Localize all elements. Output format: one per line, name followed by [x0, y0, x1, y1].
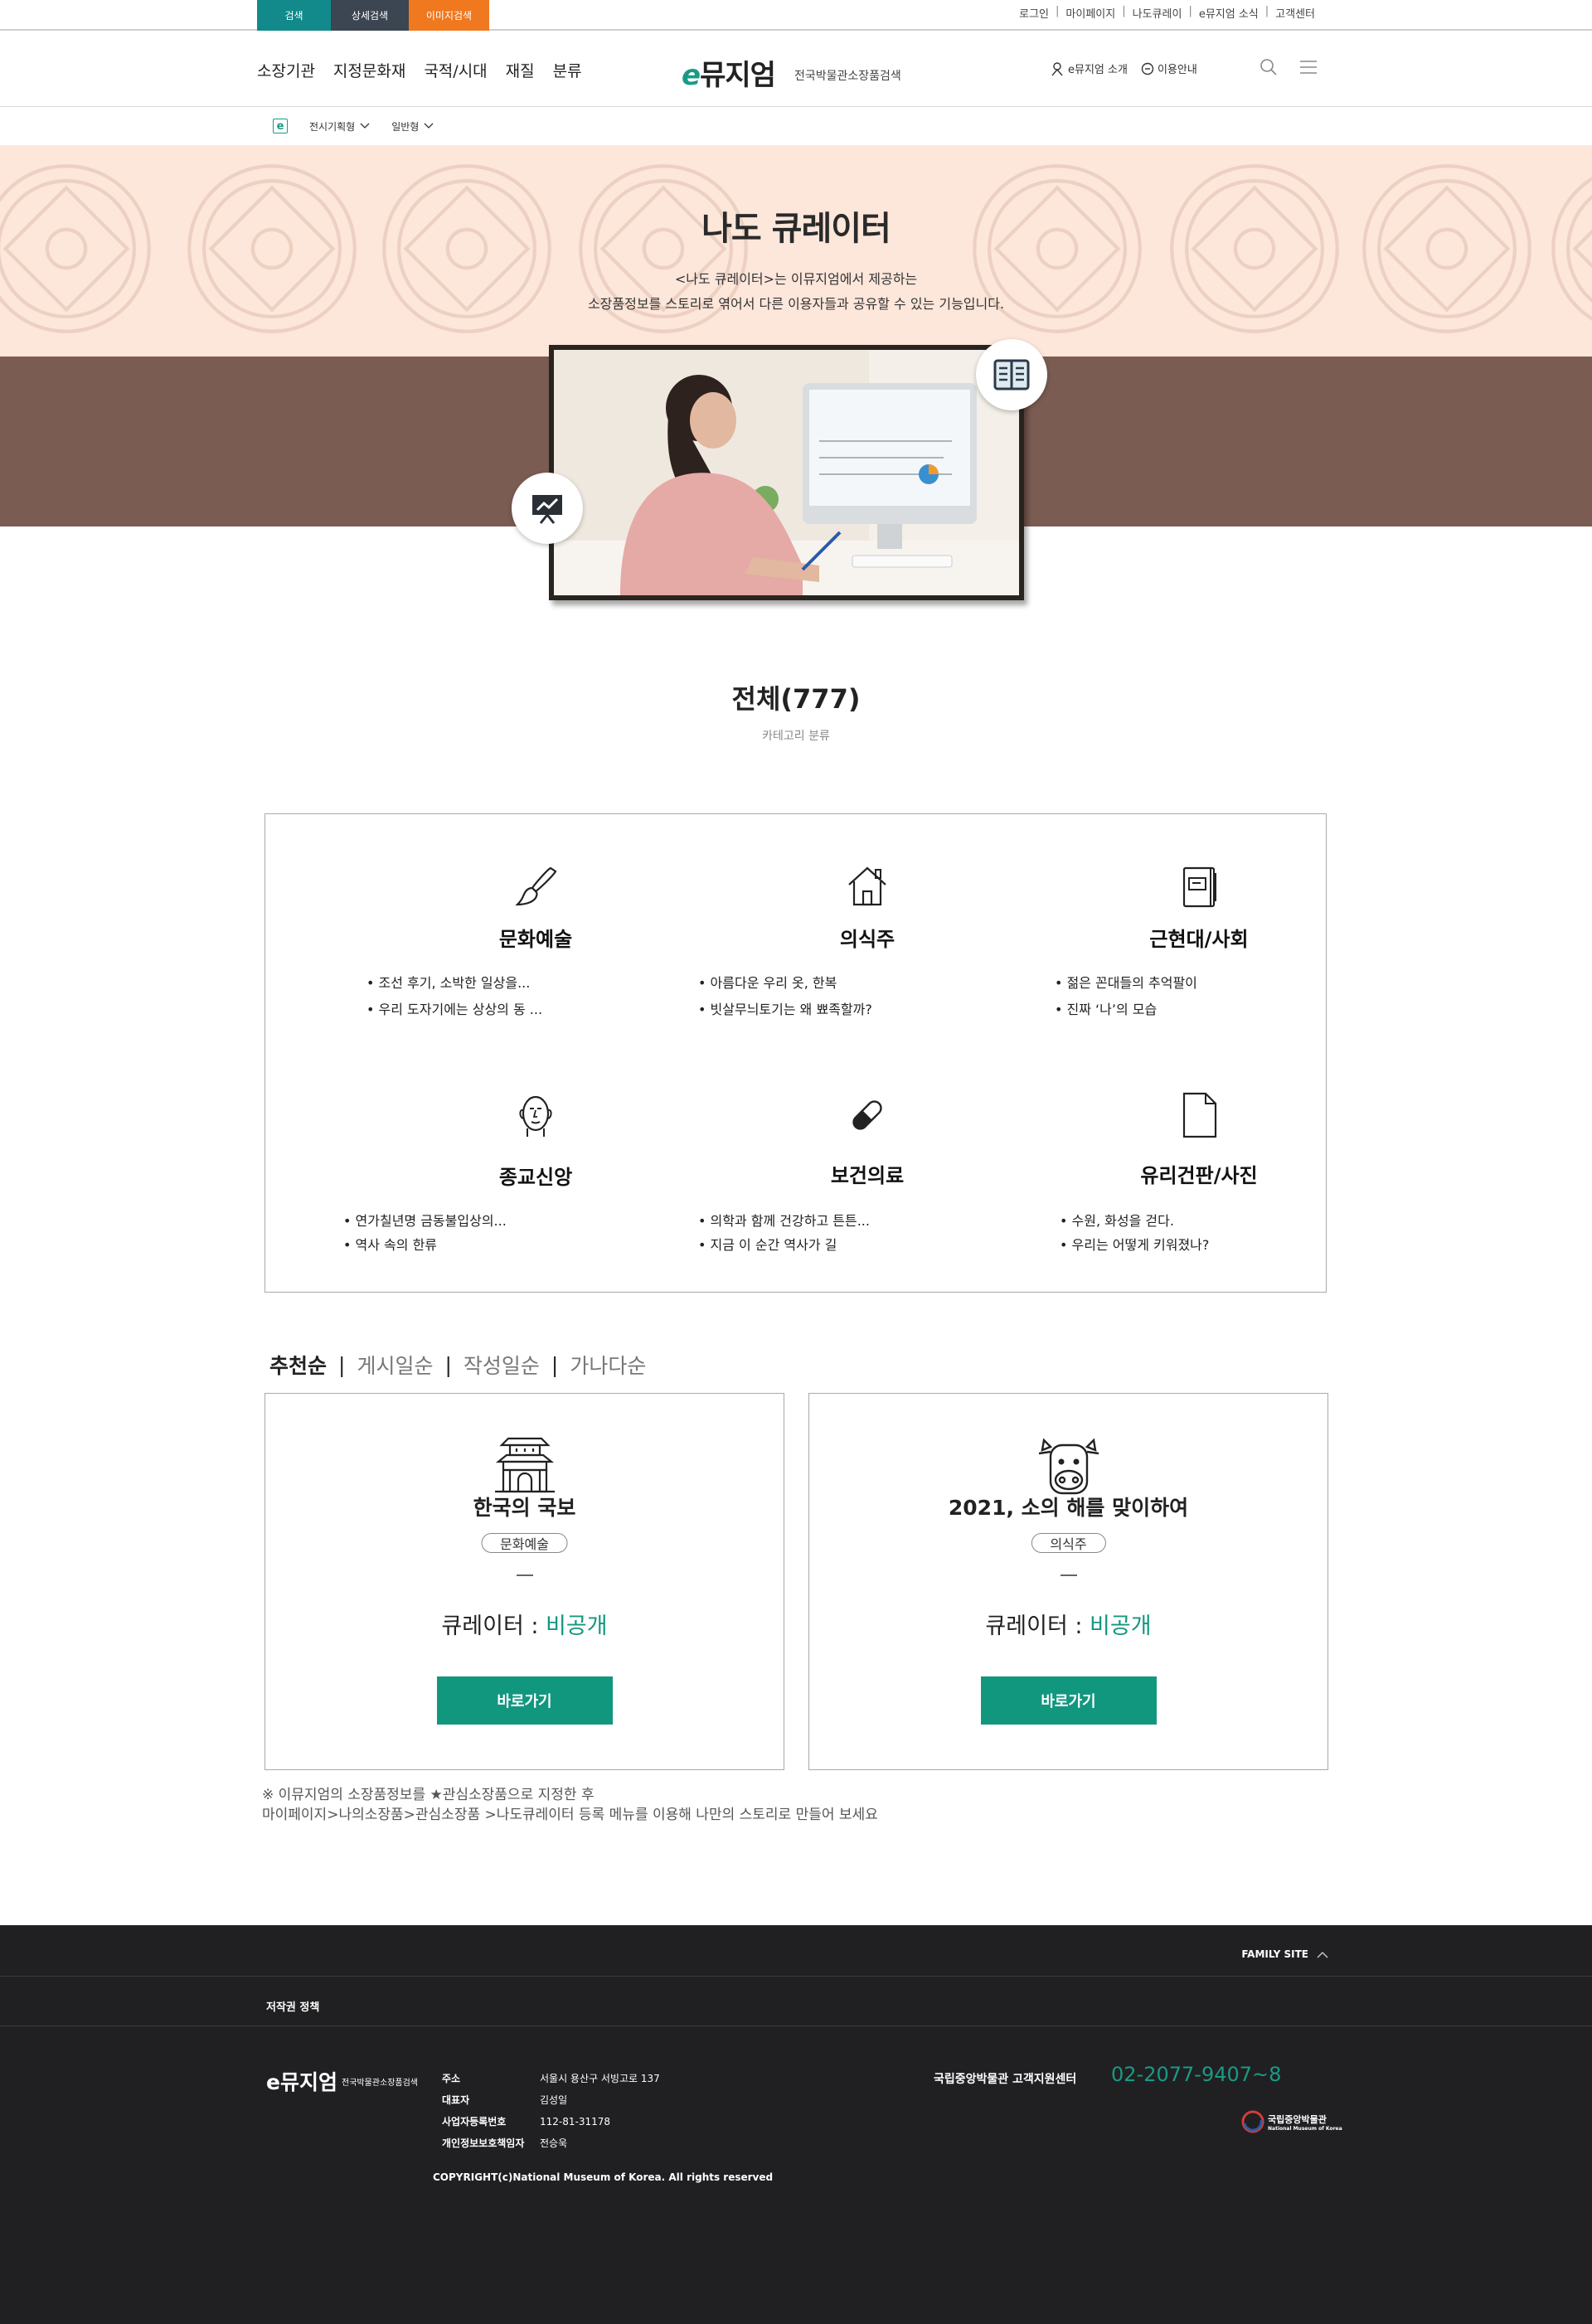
info-circle-icon [1141, 62, 1154, 75]
sort-alphabetical[interactable]: 가나다순 [570, 1350, 646, 1380]
sort-posted-date[interactable]: 게시일순 [357, 1350, 433, 1380]
pill-icon [852, 1100, 882, 1130]
hero-description-line-2: 소장품정보를 스토리로 엮어서 다른 이용자들과 공유할 수 있는 기능입니다. [587, 296, 1005, 312]
logo-subtitle: 전국박물관소장품검색 [794, 70, 901, 83]
woman-at-computer-illustration [554, 350, 1019, 595]
chevron-down-icon [424, 123, 434, 129]
card-title: 2021, 소의 해를 맞이하여 [948, 1496, 1189, 1520]
nav-item-nationality-era[interactable]: 국적/시대 [424, 59, 487, 81]
copyright-policy-link[interactable]: 저작권 정책 [266, 1998, 319, 2014]
category-tag: 의식주 [1031, 1533, 1106, 1553]
news-link[interactable]: e뮤지엄 소식 [1199, 5, 1259, 21]
family-site-dropdown[interactable]: FAMILY SITE [1241, 1948, 1328, 1960]
site-logo[interactable]: e뮤지엄 [682, 52, 776, 93]
global-nav: 소장기관 지정문화재 국적/시대 재질 분류 [257, 59, 582, 81]
person-pin-icon [1051, 61, 1063, 75]
guide-note-line-1: ※ 이뮤지엄의 소장품정보를 ★관심소장품으로 지정한 후 [262, 1787, 595, 1803]
list-item[interactable]: • 연가칠년명 금동불입상의... [343, 1210, 507, 1230]
buddha-face-icon [519, 1095, 552, 1137]
tab-image-search[interactable]: 이미지검색 [409, 0, 489, 31]
category-items-row-2: • 연가칠년명 금동불입상의... • 역사 속의 한류 • 의학과 함께 건강… [265, 814, 1327, 1253]
museum-logo: 국립중앙박물관 National Museum of Korea [1241, 2110, 1342, 2133]
general-type-dropdown[interactable]: 일반형 [391, 119, 434, 133]
nado-curator-link[interactable]: 나도큐레이 [1133, 5, 1182, 21]
document-icon [1182, 1092, 1217, 1138]
category-tag: 문화예술 [481, 1533, 568, 1553]
divider [0, 1976, 1592, 1977]
top-links: 로그인 | 마이페이지 | 나도큐레이 | e뮤지엄 소식 | 고객센터 [1019, 5, 1315, 21]
category-subtitle: 카테고리 분류 [762, 730, 830, 743]
list-item[interactable]: • 우리 도자기에는 상상의 동 ... [366, 998, 542, 1018]
search-icon[interactable] [1259, 57, 1279, 77]
e-badge-icon: e [273, 119, 288, 133]
login-link[interactable]: 로그인 [1019, 5, 1049, 21]
list-item[interactable]: • 역사 속의 한류 [343, 1234, 437, 1254]
house-icon [848, 866, 886, 906]
list-item[interactable]: • 조선 후기, 소박한 일상을... [366, 972, 530, 992]
hero-photo [549, 345, 1024, 600]
footer: FAMILY SITE 저작권 정책 e뮤지엄 전국박물관소장품검색 주소 서울시… [0, 1925, 1592, 2324]
go-button[interactable]: 바로가기 [980, 1676, 1157, 1725]
taegeuk-icon [1241, 2110, 1264, 2133]
sort-created-date[interactable]: 작성일순 [464, 1350, 540, 1380]
hero-description-line-1: <나도 큐레이터>는 이뮤지엄에서 제공하는 [674, 271, 918, 287]
menu-icon[interactable] [1298, 57, 1318, 77]
exhibit-type-dropdown[interactable]: 전시기획형 [309, 119, 370, 133]
cow-icon [1038, 1438, 1099, 1495]
tab-advanced-search[interactable]: 상세검색 [331, 0, 409, 31]
customer-center-link[interactable]: 고객센터 [1275, 5, 1315, 21]
divider [1060, 1574, 1077, 1576]
list-item[interactable]: • 의학과 함께 건강하고 튼튼... [698, 1210, 870, 1230]
palace-icon [494, 1437, 555, 1493]
chevron-up-icon [1317, 1951, 1328, 1958]
hero-title: 나도 큐레이터 [701, 210, 891, 248]
card-title: 한국의 국보 [473, 1496, 576, 1520]
guide-link[interactable]: 이용안내 [1141, 61, 1197, 76]
support-phone: 02-2077-9407~8 [1111, 2063, 1282, 2086]
hero-banner: 나도 큐레이터 <나도 큐레이터>는 이뮤지엄에서 제공하는 소장품정보를 스토… [0, 145, 1592, 357]
notebook-icon [1182, 866, 1216, 908]
category-grid: 문화예술 의식주 근현대/사회 • 조선 후기, 소박한 일상을... • 우리… [265, 813, 1327, 1293]
presentation-chart-icon [512, 473, 583, 544]
footer-logo-subtitle: 전국박물관소장품검색 [342, 2079, 418, 2088]
sub-nav: e 전시기획형 일반형 [0, 108, 1592, 145]
top-utility-bar: 검색 상세검색 이미지검색 로그인 | 마이페이지 | 나도큐레이 | e뮤지엄 소식… [0, 0, 1592, 31]
story-card: 2021, 소의 해를 맞이하여 의식주 큐레이터 : 비공개 바로가기 [808, 1393, 1328, 1770]
paintbrush-icon [515, 866, 557, 906]
sort-recommended[interactable]: 추천순 [269, 1350, 327, 1380]
total-count: 전체(777) [731, 683, 861, 715]
main-header: 소장기관 지정문화재 국적/시대 재질 분류 e뮤지엄 전국박물관소장품검색 e… [0, 31, 1592, 107]
nav-item-designated-heritage[interactable]: 지정문화재 [333, 59, 405, 81]
nav-item-institution[interactable]: 소장기관 [257, 59, 315, 81]
list-item[interactable]: • 젊은 꼰대들의 추억팔이 [1055, 972, 1197, 992]
list-item[interactable]: • 아름다운 우리 옷, 한복 [698, 972, 837, 992]
nav-item-material[interactable]: 재질 [506, 59, 535, 81]
mypage-link[interactable]: 마이페이지 [1065, 5, 1115, 21]
curator-info: 큐레이터 : 비공개 [985, 1613, 1152, 1639]
footer-company-info: 주소 서울시 용산구 서빙고로 137 대표자 김성일 사업자등록번호 112-81-… [442, 2073, 660, 2149]
copyright-text: COPYRIGHT(c)National Museum of Korea. Al… [433, 2171, 774, 2183]
chevron-down-icon [360, 123, 370, 129]
header-util-links: e뮤지엄 소개 이용안내 [1050, 61, 1197, 76]
list-item[interactable]: • 수원, 화성을 걷다. [1060, 1210, 1174, 1230]
list-item[interactable]: • 우리는 어떻게 키워졌나? [1060, 1234, 1209, 1254]
sort-options: 추천순 | 게시일순 | 작성일순 | 가나다순 [269, 1350, 646, 1380]
guide-note-line-2: 마이페이지>나의소장품>관심소장품 >나도큐레이터 등록 메뉴를 이용해 나만의… [262, 1807, 878, 1823]
footer-logo: e뮤지엄 [266, 2070, 337, 2094]
list-item[interactable]: • 빗살무늬토기는 왜 뾰족할까? [698, 998, 872, 1018]
nav-item-classification[interactable]: 분류 [553, 59, 582, 81]
go-button[interactable]: 바로가기 [436, 1676, 613, 1725]
divider [516, 1574, 533, 1576]
list-item[interactable]: • 지금 이 순간 역사가 길 [698, 1234, 837, 1254]
list-item[interactable]: • 진짜 ‘나’의 모습 [1055, 998, 1157, 1018]
customer-support-label: 국립중앙박물관 고객지원센터 [934, 2073, 1077, 2086]
book-icon [976, 339, 1047, 410]
story-card: 한국의 국보 문화예술 큐레이터 : 비공개 바로가기 [265, 1393, 784, 1770]
curator-info: 큐레이터 : 비공개 [441, 1613, 608, 1639]
about-link[interactable]: e뮤지엄 소개 [1050, 61, 1128, 76]
tab-search[interactable]: 검색 [257, 0, 331, 31]
